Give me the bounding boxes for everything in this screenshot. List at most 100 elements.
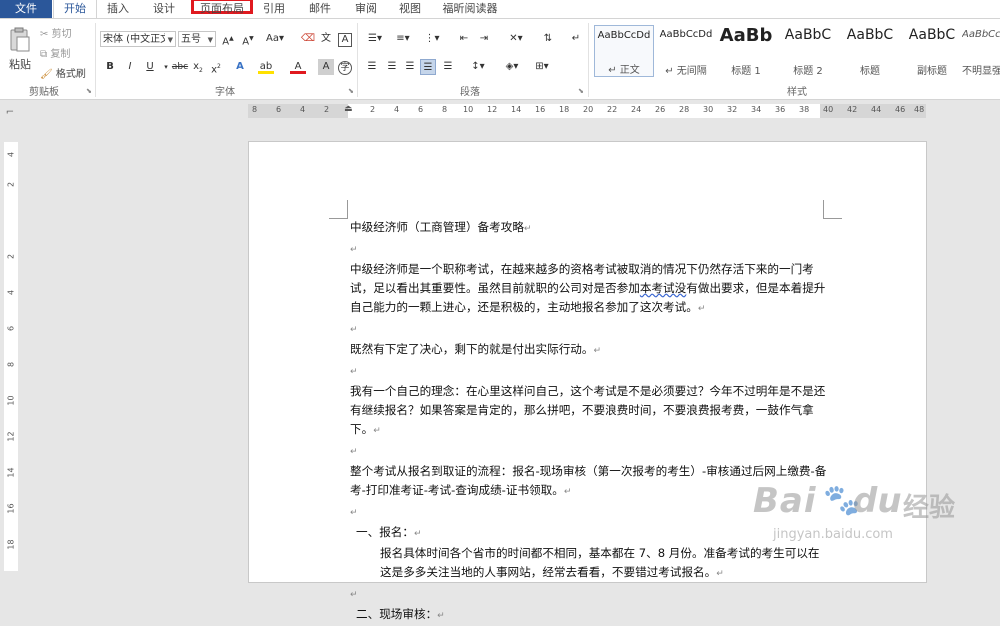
tab-design[interactable]: 设计 (146, 0, 182, 18)
paste-button[interactable]: 粘贴 (6, 27, 34, 72)
tab-mailings[interactable]: 邮件 (302, 0, 338, 18)
clear-formatting-icon[interactable]: ⌫ (300, 31, 316, 47)
clipboard-launcher-icon[interactable]: ⬊ (86, 87, 92, 95)
decrease-indent-icon[interactable]: ⇤ (456, 31, 472, 47)
paste-label: 粘贴 (9, 58, 31, 71)
paragraph-launcher-icon[interactable]: ⬊ (578, 87, 584, 95)
asian-layout-icon[interactable]: ✕▾ (504, 31, 528, 47)
style-sample: AaBbCcDd (597, 30, 651, 41)
paragraph-mark-icon: ↵ (350, 325, 358, 335)
align-center-icon[interactable]: ☰ (384, 59, 400, 75)
ruler-tick: 4 (6, 289, 16, 296)
ruler-tick: 2 (370, 105, 376, 114)
paste-icon (10, 27, 30, 52)
tab-view[interactable]: 视图 (392, 0, 428, 18)
copy-label: 复制 (50, 49, 71, 60)
style-sample: AaBbC (784, 27, 832, 43)
font-size-combo[interactable]: 五号 ▼ (178, 31, 216, 47)
cut-button[interactable]: ✂ 剪切 (40, 25, 72, 40)
bullets-icon[interactable]: ☰▾ (364, 31, 386, 47)
style-heading-2[interactable]: AaBbC 标题 2 (778, 25, 838, 77)
numbering-icon[interactable]: ≡▾ (392, 31, 414, 47)
doc-title-text: 中级经济师（工商管理）备考攻略 (350, 220, 524, 234)
style-heading-1[interactable]: AaBb 标题 1 (718, 25, 774, 77)
paragraph-group-label: 段落 (460, 87, 480, 98)
grow-font-icon[interactable]: A▲ (220, 31, 236, 47)
tab-insert[interactable]: 插入 (100, 0, 136, 18)
style-name: ↵ 正文 (608, 65, 640, 76)
paragraph-mark-icon: ↵ (350, 508, 358, 518)
shrink-font-icon[interactable]: A▼ (240, 31, 256, 47)
tab-home[interactable]: 开始 (53, 0, 97, 18)
subscript-icon[interactable]: x2 (190, 59, 206, 75)
tab-review[interactable]: 审阅 (348, 0, 384, 18)
character-border-icon[interactable]: A (338, 33, 352, 47)
increase-indent-icon[interactable]: ⇥ (476, 31, 492, 47)
style-subtitle[interactable]: AaBbC 副标题 (902, 25, 962, 77)
distributed-icon[interactable]: ☰ (440, 59, 456, 75)
tab-references[interactable]: 引用 (256, 0, 292, 18)
justify-icon[interactable]: ☰ (420, 59, 436, 75)
font-color-icon[interactable]: A (290, 59, 306, 74)
ruler-tick: 10 (6, 395, 16, 406)
strikethrough-icon[interactable]: abc (170, 59, 190, 75)
ruler-tick: 36 (775, 105, 786, 114)
borders-icon[interactable]: ⊞▾ (530, 59, 554, 75)
character-shading-icon[interactable]: A (318, 59, 334, 75)
style-name: 不明显强 (962, 66, 1000, 77)
style-title[interactable]: AaBbC 标题 (840, 25, 900, 77)
font-size-value: 五号 (181, 34, 201, 45)
style-no-spacing[interactable]: AaBbCcDd ↵ 无间隔 (656, 25, 716, 77)
tab-file[interactable]: 文件 (0, 0, 52, 18)
ruler-margin-left (248, 104, 348, 118)
enclose-characters-icon[interactable]: 字 (338, 61, 352, 75)
text-effects-icon[interactable]: A (232, 59, 248, 75)
ruler-tick: 16 (6, 503, 16, 514)
indent-marker-icon[interactable]: ⏏ (344, 104, 353, 114)
align-left-icon[interactable]: ☰ (364, 59, 380, 75)
baidu-watermark: Bai 🐾 du 经验 jingyan.baidu.com (753, 481, 993, 551)
align-right-icon[interactable]: ☰ (402, 59, 418, 75)
grammar-flag-text[interactable]: 本考试没 (640, 281, 686, 295)
style-subtle-emphasis[interactable]: AaBbCcDd 不明显强 (962, 25, 1000, 77)
multilevel-list-icon[interactable]: ⋮▾ (420, 31, 444, 47)
font-name-combo[interactable]: 宋体 (中文正文) ▼ (100, 31, 176, 47)
ruler-tick: 24 (631, 105, 642, 114)
empty-paragraph: ↵ (350, 361, 830, 382)
shading-icon[interactable]: ◈▾ (500, 59, 524, 75)
paragraph-text: 我有一个自己的理念：在心里这样问自己，这个考试是不是必须要过？今年不过明年是不是… (350, 384, 826, 436)
show-marks-icon[interactable]: ↵ (568, 31, 584, 47)
line-spacing-icon[interactable]: ↕▾ (466, 59, 490, 75)
style-normal[interactable]: AaBbCcDd ↵ 正文 (594, 25, 654, 77)
watermark-brand-cn: 经验 (903, 493, 956, 523)
italic-icon[interactable]: I (122, 59, 138, 75)
highlight-color-icon[interactable]: ab (258, 59, 274, 74)
ruler-tick: 18 (6, 539, 16, 550)
vertical-ruler[interactable]: 4 2 2 4 6 8 10 12 14 16 18 (4, 142, 18, 571)
underline-icon[interactable]: U (142, 59, 158, 75)
horizontal-ruler[interactable]: 8 6 4 2 ⏏ 2 4 6 8 10 12 14 16 18 20 22 2… (248, 104, 926, 118)
crop-mark-top-left (329, 200, 348, 219)
font-launcher-icon[interactable]: ⬊ (348, 87, 354, 95)
ruler-tick: 8 (6, 361, 16, 368)
ruler-tick: 26 (655, 105, 666, 114)
phonetic-guide-icon[interactable]: 文 (318, 31, 334, 47)
ruler-tick: 2 (6, 253, 16, 260)
format-painter-button[interactable]: 🖌 格式刷 (40, 65, 86, 80)
watermark-url: jingyan.baidu.com (773, 527, 893, 542)
paragraph-mark-icon: ↵ (350, 245, 358, 255)
document-body[interactable]: 中级经济师（工商管理）备考攻略↵ ↵ 中级经济师是一个职称考试，在越来越多的资格… (350, 218, 830, 626)
ruler-tick: 48 (914, 105, 925, 114)
copy-button[interactable]: ⧉ 复制 (40, 45, 70, 60)
empty-paragraph: ↵ (350, 319, 830, 340)
format-painter-label: 格式刷 (55, 69, 86, 80)
tab-selector-icon[interactable]: ⌐ (0, 104, 20, 122)
bold-icon[interactable]: B (102, 59, 118, 75)
change-case-icon[interactable]: Aa▾ (262, 31, 288, 47)
tab-foxit-reader[interactable]: 福昕阅读器 (438, 0, 502, 18)
ruler-tick: 6 (6, 325, 16, 332)
sort-icon[interactable]: ⇅ (540, 31, 556, 47)
tab-page-layout[interactable]: 页面布局 (191, 0, 253, 15)
ruler-tick: 28 (679, 105, 690, 114)
superscript-icon[interactable]: x2 (208, 59, 224, 75)
